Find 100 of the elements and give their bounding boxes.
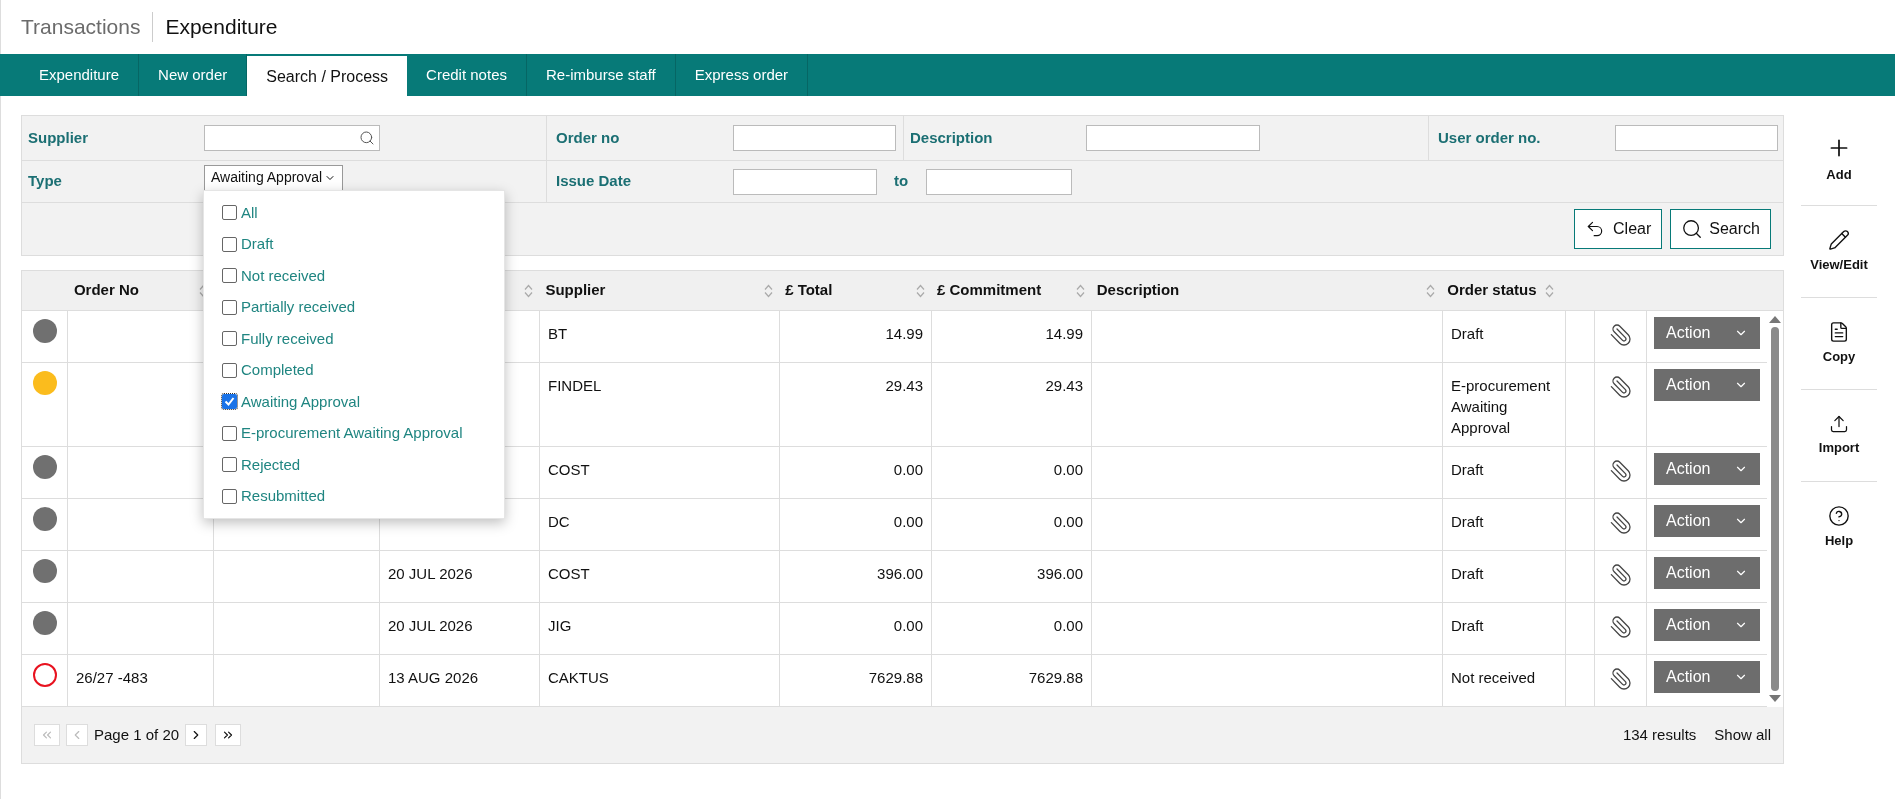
table-cell: 26/27 -483 [76,669,148,686]
table-cell: 20 JUL 2026 [388,565,473,582]
description-field[interactable] [1086,125,1260,151]
action-button[interactable]: Action [1654,317,1760,349]
supplier-search-field[interactable] [204,125,380,151]
show-all-link[interactable]: Show all [1714,723,1771,747]
checkbox[interactable] [222,236,237,252]
table-cell: 396.00 [1037,565,1083,582]
search-icon [1681,218,1704,240]
menu-option[interactable]: Completed [222,354,486,386]
field-label: Order no [556,127,621,148]
next-page-button[interactable] [185,724,208,746]
section-title: Transactions [21,12,154,42]
table-cell: FINDEL [548,377,602,394]
menu-option[interactable]: Partially received [222,291,486,323]
checkbox[interactable] [222,425,237,441]
table-cell: 0.00 [1053,461,1083,478]
paperclip-icon[interactable] [1608,375,1633,399]
upload-icon [1829,413,1849,434]
page-indicator: Page 1 of 20 [94,724,180,745]
menu-option[interactable]: Resubmitted [222,480,486,512]
column-header: Order status [1447,280,1537,301]
table-cell: COST [548,461,590,478]
results-count: 134 results [1622,724,1697,745]
issue-date-to-field[interactable] [926,168,1072,195]
table-cell: 7629.88 [1028,669,1083,686]
table-cell: 396.00 [877,565,923,582]
pencil-icon [1828,228,1850,251]
checkbox[interactable] [222,268,237,284]
table-cell: Draft [1451,461,1484,478]
paperclip-icon[interactable] [1608,615,1633,639]
option-label: Completed [241,360,314,380]
scroll-down-icon[interactable] [1769,695,1781,703]
checkbox[interactable] [222,299,237,315]
sidebar-action[interactable]: Help [1801,482,1877,574]
issue-date-from-field[interactable] [733,168,877,195]
checkbox[interactable] [222,331,237,347]
menu-option[interactable]: Fully received [222,323,486,355]
sidebar-action[interactable]: View/Edit [1801,206,1877,298]
search-button[interactable]: Search [1670,209,1771,249]
table-cell: COST [548,565,590,582]
column-header: £ Total [785,280,833,301]
action-button[interactable]: Action [1654,505,1760,537]
field-label: Supplier [28,127,89,148]
sidebar-action[interactable]: Import [1801,390,1877,482]
field-label: Description [910,127,994,148]
option-label: Fully received [241,328,334,349]
checkbox[interactable] [222,457,237,473]
checkbox[interactable] [222,205,237,221]
option-label: Rejected [241,454,301,475]
order-no-field[interactable] [733,125,896,151]
action-button[interactable]: Action [1654,609,1760,641]
table-cell: BT [548,325,568,342]
table-cell: Not received [1451,669,1536,686]
tab[interactable]: Credit notes [407,54,527,96]
clear-button[interactable]: Clear [1574,209,1663,249]
table-cell: 7629.88 [868,669,923,686]
type-select[interactable]: Awaiting Approval [204,164,344,191]
checkbox[interactable] [222,362,237,378]
tab[interactable]: Express order [675,54,809,96]
option-label: Awaiting Approval [241,391,360,412]
to-label: to [893,171,910,192]
menu-option[interactable]: Not received [222,260,486,292]
user-order-no-field[interactable] [1615,125,1778,151]
checkbox[interactable] [222,488,237,504]
action-button[interactable]: Action [1654,557,1760,589]
tab[interactable]: Search / Process [247,56,408,98]
table-cell: 0.00 [1053,617,1083,634]
paperclip-icon[interactable] [1608,667,1633,691]
checkbox[interactable] [222,394,237,410]
column-header: Order No [73,280,139,301]
sidebar-action[interactable]: Add [1801,114,1877,206]
action-button[interactable]: Action [1654,661,1760,693]
field-label: Type [28,171,63,192]
help-icon [1828,505,1850,528]
last-page-button[interactable] [215,724,242,746]
check-icon [224,396,235,408]
paperclip-icon[interactable] [1608,563,1633,587]
action-button[interactable]: Action [1654,369,1760,401]
option-label: E-procurement Awaiting Approval [241,423,463,443]
menu-option[interactable]: Rejected [222,449,486,481]
column-header: Supplier [545,280,606,301]
table-cell: Draft [1451,513,1484,530]
option-label: Resubmitted [241,486,326,506]
menu-option[interactable]: Awaiting Approval [222,386,486,418]
menu-option[interactable]: All [222,197,486,229]
paperclip-icon[interactable] [1608,511,1633,535]
search-icon [359,130,375,146]
action-button[interactable]: Action [1654,453,1760,485]
scroll-up-icon[interactable] [1769,315,1781,323]
tab[interactable]: Expenditure [20,54,140,96]
paperclip-icon[interactable] [1608,459,1633,483]
menu-option[interactable]: Draft [222,228,486,260]
table-cell: Draft [1451,325,1484,342]
paperclip-icon[interactable] [1608,323,1633,347]
tab[interactable]: Re-imburse staff [526,54,676,96]
sidebar-action[interactable]: Copy [1801,298,1877,390]
menu-option[interactable]: E-procurement Awaiting Approval [222,417,486,449]
table-cell: 0.00 [1053,513,1083,530]
column-header: Description [1096,280,1180,301]
